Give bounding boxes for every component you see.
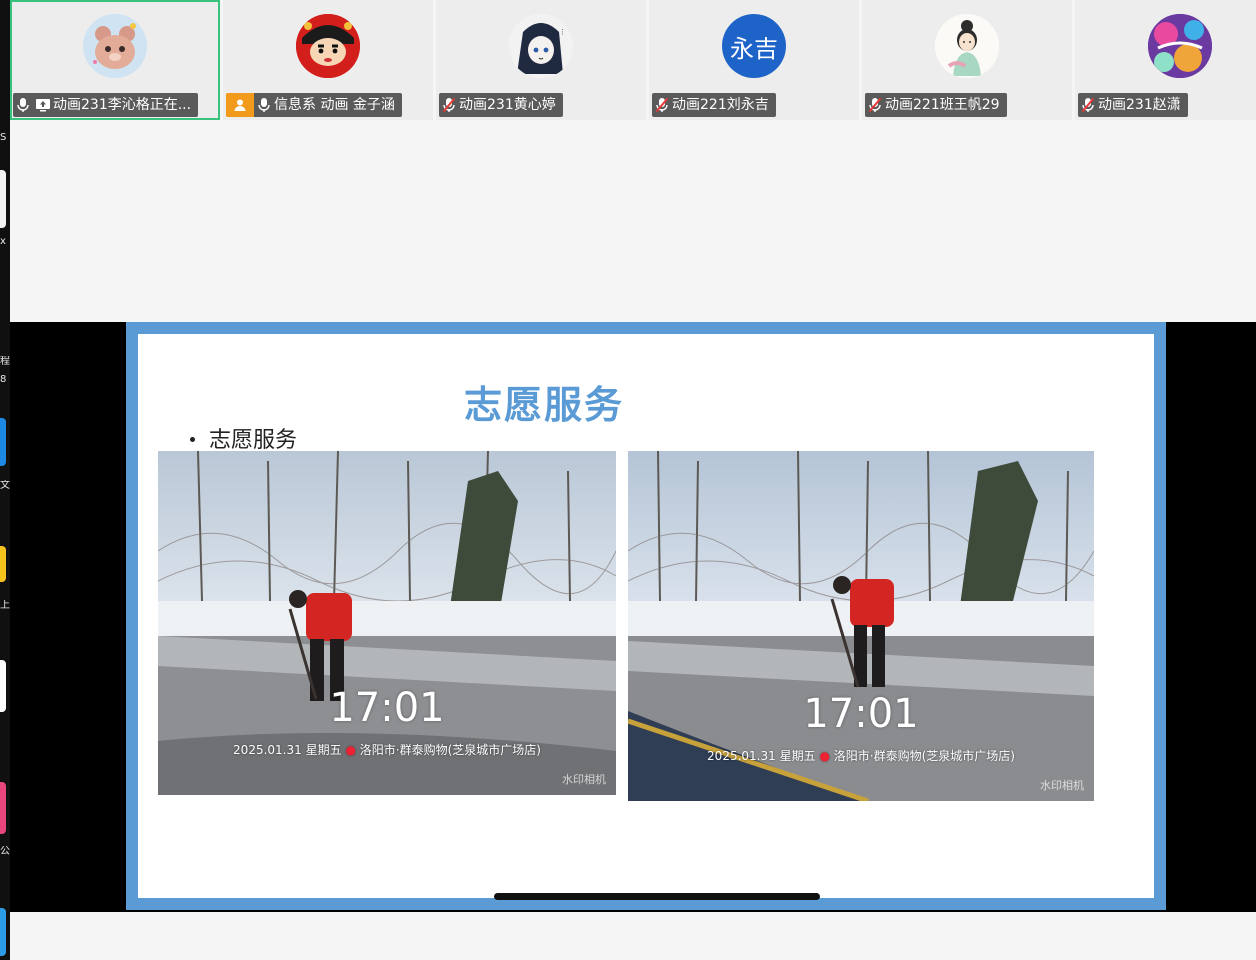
participant-name: 动画221班王帆29 — [885, 97, 1000, 113]
participant-name: 信息系 动画 金子涵 — [274, 97, 395, 113]
participant-name-bar: 动画231李沁格正在... — [13, 93, 199, 117]
microphone-icon[interactable] — [254, 93, 274, 117]
photo-stamp-day: 星期五 — [305, 743, 342, 757]
participant-tile[interactable]: 永吉 动画221刘永吉 — [649, 0, 859, 120]
left-edge-app-icon[interactable] — [0, 908, 6, 956]
left-edge-app-icon[interactable] — [0, 782, 6, 834]
slide-title: 志愿服务 — [464, 383, 625, 427]
participant-name: 动画231赵潇 — [1098, 97, 1181, 113]
photo-stamp-location: 洛阳市·群泰购物(芝泉城市广场店) — [833, 749, 1015, 763]
colorful-art-avatar-icon — [1148, 14, 1212, 78]
photo-stamp-location: 洛阳市·群泰购物(芝泉城市广场店) — [359, 743, 541, 757]
participant-name: 动画231黄心婷 — [459, 97, 556, 113]
participant-name-bar: 动画221刘永吉 — [652, 93, 776, 117]
participant-tile[interactable]: 动画231李沁格正在... — [10, 0, 220, 120]
left-edge-window-chip[interactable] — [0, 170, 6, 228]
left-edge-glyph: 程 — [0, 356, 10, 367]
participant-tile[interactable]: ⋮ 动画231黄心婷 — [436, 0, 646, 120]
svg-text:⋮: ⋮ — [559, 28, 566, 36]
photo-stamp: 2025.01.31 星期五 ● 洛阳市·群泰购物(芝泉城市广场店) — [158, 741, 616, 758]
home-indicator-bar[interactable] — [494, 893, 820, 900]
participant-name: 动画221刘永吉 — [672, 97, 769, 113]
left-edge-glyph: S — [0, 132, 7, 143]
anime-girl-avatar-icon: ⋮ — [509, 14, 573, 78]
participant-name-bar: 动画231黄心婷 — [439, 93, 563, 117]
bottom-area — [10, 912, 1256, 960]
presentation-slide: 志愿服务 志愿服务 17:01 2025.01.31 星期五 ● 洛阳市·群泰购… — [138, 334, 1154, 900]
participant-tile[interactable]: 动画221班王帆29 — [862, 0, 1072, 120]
photo-stamp-day: 星期五 — [779, 749, 816, 763]
photo-watermark: 水印相机 — [562, 773, 606, 786]
slide-bullet: 志愿服务 — [190, 422, 297, 454]
participant-strip: 动画231李沁格正在... 信息系 动画 金子涵 ⋮ 动画231黄心婷 永吉 动… — [10, 0, 1256, 120]
bear-avatar-icon — [83, 14, 147, 78]
shared-screen-view[interactable]: 志愿服务 志愿服务 17:01 2025.01.31 星期五 ● 洛阳市·群泰购… — [10, 322, 1256, 912]
photo-watermark: 水印相机 — [1040, 779, 1084, 792]
location-pin-icon: ● — [345, 743, 356, 757]
photo-time: 17:01 — [329, 685, 445, 731]
slide-photo: 17:01 2025.01.31 星期五 ● 洛阳市·群泰购物(芝泉城市广场店)… — [158, 451, 616, 795]
left-edge-app-icon[interactable] — [0, 660, 6, 712]
participant-tile[interactable]: 动画231赵潇 — [1075, 0, 1256, 120]
participant-tile[interactable]: 信息系 动画 金子涵 — [223, 0, 433, 120]
location-pin-icon: ● — [819, 749, 830, 763]
participant-name-bar: 信息系 动画 金子涵 — [254, 93, 402, 117]
desktop-left-edge: S x 程 8 文 上 公 — [0, 0, 10, 960]
bullet-dot — [190, 436, 195, 442]
photo-time: 17:01 — [803, 691, 919, 737]
participant-name: 动画231李沁格正在... — [53, 97, 192, 113]
text-avatar: 永吉 — [722, 14, 786, 78]
photo-stamp-date: 2025.01.31 — [233, 743, 302, 757]
microphone-icon[interactable] — [13, 93, 33, 117]
photo-stamp-date: 2025.01.31 — [707, 749, 776, 763]
photo-stamp: 2025.01.31 星期五 ● 洛阳市·群泰购物(芝泉城市广场店) — [628, 747, 1094, 764]
illustrated-girl-avatar-icon — [935, 14, 999, 78]
left-edge-glyph: 文 — [0, 480, 10, 491]
host-badge-icon — [226, 93, 254, 117]
left-edge-app-icon[interactable] — [0, 418, 6, 466]
participant-name-bar: 动画231赵潇 — [1078, 93, 1188, 117]
participant-name-bar: 动画221班王帆29 — [865, 93, 1007, 117]
left-edge-glyph: x — [0, 236, 6, 247]
slide-frame: 志愿服务 志愿服务 17:01 2025.01.31 星期五 ● 洛阳市·群泰购… — [126, 322, 1166, 910]
slide-photo: 17:01 2025.01.31 星期五 ● 洛阳市·群泰购物(芝泉城市广场店)… — [628, 451, 1094, 801]
slide-bullet-text: 志愿服务 — [209, 428, 298, 453]
left-edge-glyph: 8 — [0, 374, 7, 385]
microphone-muted-icon[interactable] — [865, 93, 885, 117]
microphone-muted-icon[interactable] — [439, 93, 459, 117]
left-edge-glyph: 上 — [0, 600, 10, 611]
screen-share-icon — [33, 93, 53, 117]
left-edge-glyph: 公 — [0, 846, 10, 857]
microphone-muted-icon[interactable] — [652, 93, 672, 117]
crayon-shin-chan-avatar-icon — [296, 14, 360, 78]
microphone-muted-icon[interactable] — [1078, 93, 1098, 117]
left-edge-app-icon[interactable] — [0, 546, 6, 582]
